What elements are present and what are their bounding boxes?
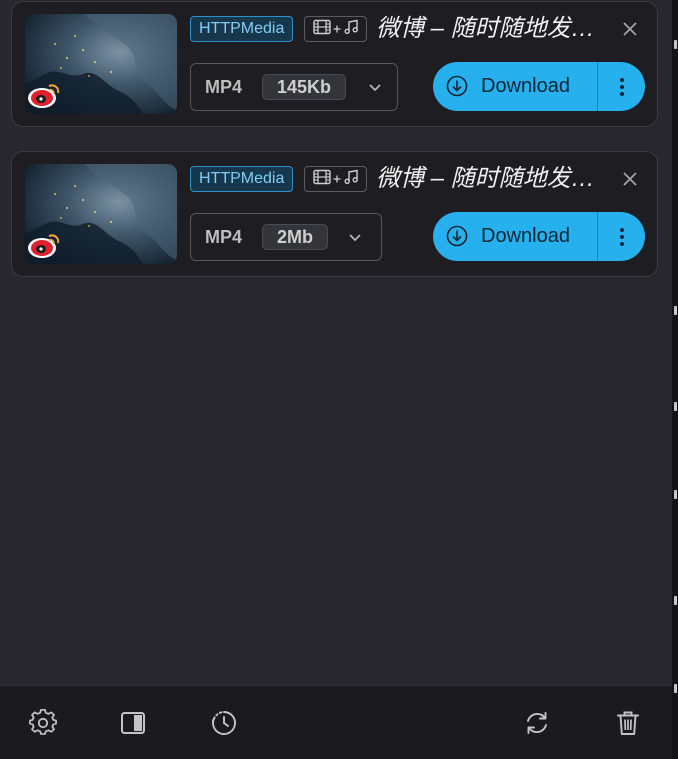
download-label: Download	[481, 75, 570, 97]
size-label: 145Kb	[262, 74, 347, 100]
film-icon	[312, 169, 331, 190]
video-thumbnail	[25, 164, 177, 264]
media-title: 微博 – 随时随地发现新鲜事	[376, 165, 612, 192]
background-window-mark	[674, 306, 677, 315]
background-window-mark	[674, 596, 677, 605]
plus-icon	[333, 170, 341, 188]
background-window-mark	[674, 40, 677, 49]
format-label: MP4	[205, 77, 243, 97]
refresh-icon[interactable]	[522, 708, 552, 738]
download-button[interactable]: Download	[433, 212, 597, 261]
background-window-mark	[674, 402, 677, 411]
download-circle-icon	[446, 75, 468, 97]
plus-icon	[333, 20, 341, 38]
more-options-icon[interactable]	[598, 212, 645, 261]
size-label: 2Mb	[262, 224, 328, 250]
format-label: MP4	[205, 227, 243, 247]
chevron-down-icon	[367, 79, 383, 95]
footer-toolbar	[0, 685, 672, 759]
download-split-button: Download	[433, 62, 645, 111]
source-badge: HTTPMedia	[190, 166, 294, 192]
download-button[interactable]: Download	[433, 62, 597, 111]
download-split-button: Download	[433, 212, 645, 261]
format-select[interactable]: MP4 2Mb	[190, 213, 382, 261]
sidebar-toggle-icon[interactable]	[118, 708, 148, 738]
chevron-down-icon	[347, 229, 363, 245]
media-item-card: HTTPMedia	[11, 1, 658, 127]
music-note-icon	[343, 19, 359, 40]
download-panel: HTTPMedia 微博 – 随时随地发现 MP4 145Kb Download…	[0, 0, 672, 759]
source-badge: HTTPMedia	[190, 16, 294, 42]
format-select[interactable]: MP4 145Kb	[190, 63, 398, 111]
background-window-edge	[672, 0, 678, 759]
background-window-mark	[674, 490, 677, 499]
media-type-chip	[304, 16, 367, 42]
more-options-icon[interactable]	[598, 62, 645, 111]
video-thumbnail	[25, 14, 177, 114]
trash-icon[interactable]	[613, 708, 643, 738]
close-icon[interactable]	[618, 167, 642, 191]
download-label: Download	[481, 225, 570, 247]
media-title: 微博 – 随时随地发现新鲜事	[376, 15, 612, 42]
download-circle-icon	[446, 225, 468, 247]
media-type-chip	[304, 166, 367, 192]
music-note-icon	[343, 169, 359, 190]
film-icon	[312, 19, 331, 40]
close-icon[interactable]	[618, 17, 642, 41]
media-item-card: HTTPMedia	[11, 151, 658, 277]
background-window-mark	[674, 684, 677, 693]
gear-icon[interactable]	[28, 708, 58, 738]
history-clock-icon[interactable]	[209, 708, 239, 738]
